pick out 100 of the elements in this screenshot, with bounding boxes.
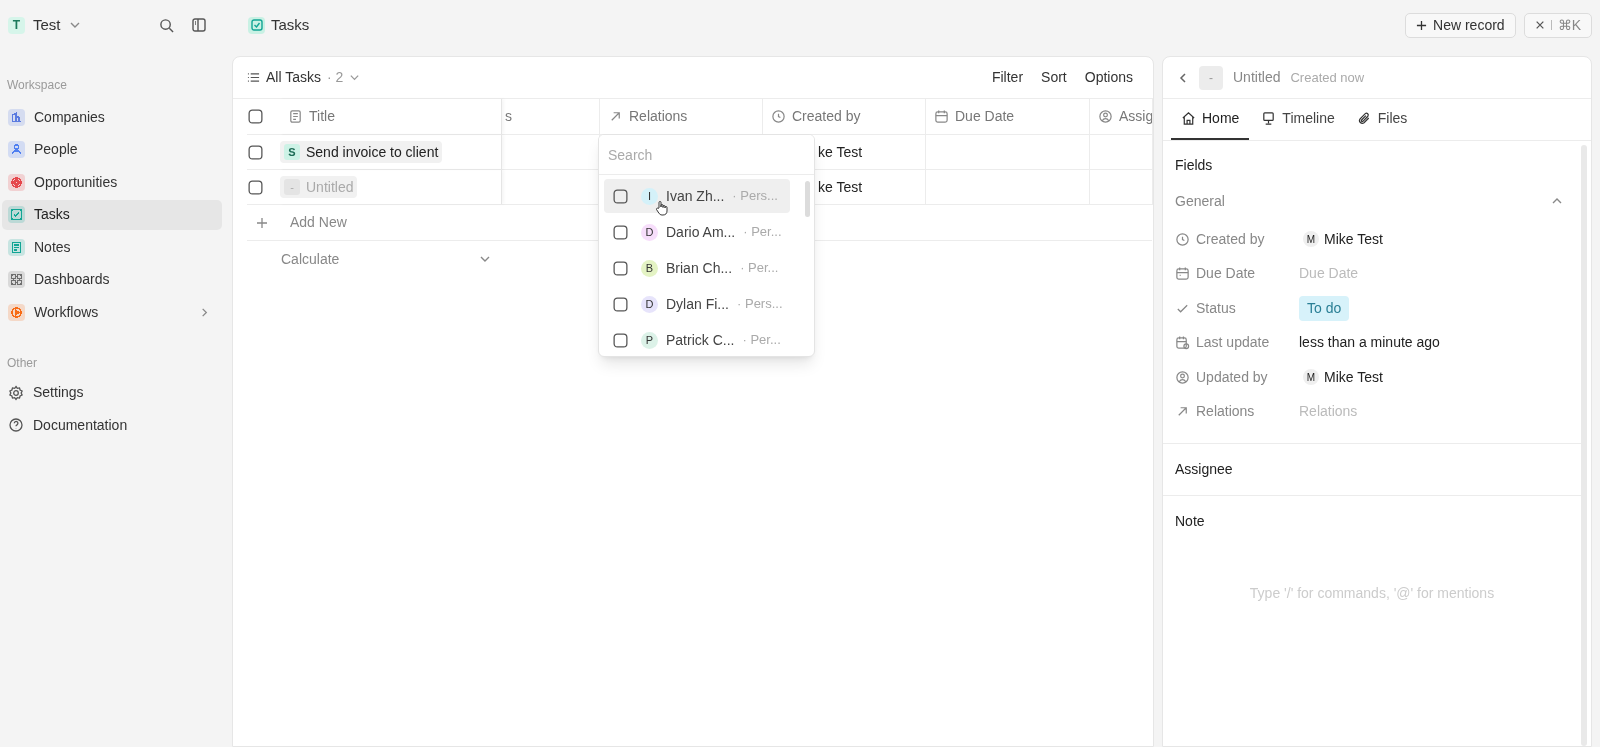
- person-circle-icon: [1175, 369, 1190, 385]
- tasks-icon: [248, 16, 265, 34]
- list-icon: [247, 71, 260, 84]
- option-checkbox[interactable]: [612, 187, 629, 205]
- avatar: P: [641, 331, 658, 349]
- view-action-button[interactable]: Options: [1078, 67, 1139, 88]
- row-checkbox[interactable]: [247, 178, 264, 196]
- calendar-clock-icon: [1175, 335, 1190, 351]
- new-record-button[interactable]: New record: [1405, 12, 1516, 38]
- avatar: B: [641, 259, 658, 277]
- fields-heading: Fields: [1174, 156, 1214, 175]
- sidebar-item[interactable]: Notes: [2, 232, 222, 262]
- plus-icon[interactable]: [256, 216, 268, 229]
- status-tag[interactable]: To do: [1299, 295, 1350, 321]
- sidebar-toggle-icon[interactable]: [192, 18, 206, 32]
- person-chip[interactable]: M Mike Test: [1299, 228, 1387, 250]
- select-all-checkbox[interactable]: [247, 108, 264, 125]
- paperclip-icon: [1356, 111, 1372, 126]
- search-field[interactable]: Search: [599, 135, 814, 175]
- field-label: Status: [1196, 298, 1236, 318]
- workspace-avatar: T: [8, 16, 25, 34]
- scrollbar[interactable]: [1581, 145, 1587, 746]
- clock-icon: [1175, 231, 1190, 247]
- view-action-button[interactable]: Filter: [985, 67, 1030, 88]
- search-icon[interactable]: [159, 17, 174, 33]
- clock-icon: [771, 109, 786, 124]
- close-icon: [1534, 20, 1545, 30]
- grid-icon: [8, 271, 25, 288]
- sidebar-item[interactable]: People: [2, 134, 222, 165]
- settings-icon: [8, 384, 24, 401]
- sidebar-item[interactable]: Dashboards: [2, 264, 222, 295]
- option-checkbox[interactable]: [612, 259, 629, 277]
- field-value: less than a minute ago: [1299, 333, 1440, 353]
- sidebar-item[interactable]: Settings: [2, 377, 222, 408]
- sidebar-item[interactable]: Opportunities: [2, 167, 222, 197]
- home-icon: [1181, 111, 1196, 126]
- field-label: Updated by: [1196, 367, 1268, 387]
- option-checkbox[interactable]: [612, 295, 629, 313]
- person-chip[interactable]: M Mike Test: [1299, 366, 1387, 388]
- option-checkbox[interactable]: [612, 331, 629, 349]
- document-icon: [288, 109, 303, 124]
- sidebar-item[interactable]: Workflows: [2, 297, 222, 327]
- record-tab[interactable]: Timeline: [1251, 99, 1345, 140]
- field-label: Due Date: [1196, 264, 1256, 284]
- person-option[interactable]: I Ivan Zh... · Pers...: [604, 179, 790, 213]
- help-icon: [8, 417, 24, 433]
- field-label: Relations: [1196, 402, 1255, 422]
- building-icon: [8, 108, 25, 126]
- note-icon: [8, 238, 25, 256]
- sidebar-item[interactable]: Tasks: [2, 199, 222, 230]
- avatar: D: [641, 223, 658, 241]
- field-label: Created by: [1196, 229, 1265, 249]
- person-option[interactable]: B Brian Ch... · Per...: [604, 251, 790, 285]
- dropdown-scrollbar[interactable]: [805, 181, 810, 217]
- avatar: I: [641, 187, 658, 205]
- group-title: General: [1175, 191, 1225, 211]
- chevron-down-icon: [349, 72, 361, 83]
- record-created: Created now: [1290, 68, 1365, 87]
- person-option[interactable]: D Dario Am... · Per...: [604, 215, 790, 249]
- plus-icon: [1416, 19, 1428, 31]
- section-title: Workspace: [6, 77, 68, 94]
- target-icon: [8, 173, 25, 191]
- sidebar-item[interactable]: Documentation: [2, 410, 222, 440]
- page-title: Tasks: [271, 14, 310, 35]
- table-cell-text: ke Test: [818, 142, 863, 162]
- chevron-right-icon[interactable]: [199, 306, 210, 318]
- option-checkbox[interactable]: [612, 223, 629, 241]
- row-checkbox[interactable]: [247, 143, 264, 161]
- column-header[interactable]: Title: [280, 99, 502, 134]
- person-option[interactable]: D Dylan Fi... · Pers...: [604, 287, 790, 321]
- avatar: D: [641, 295, 658, 313]
- sidebar-item[interactable]: Companies: [2, 102, 222, 132]
- checkbox-icon: [8, 206, 25, 223]
- column-header[interactable]: Due Date: [926, 99, 1090, 134]
- back-icon[interactable]: [1177, 71, 1189, 84]
- person-option[interactable]: P Patrick C... · Per...: [604, 323, 790, 356]
- record-icon: -: [1199, 65, 1223, 90]
- workspace-name[interactable]: Test: [33, 13, 61, 37]
- column-header[interactable]: Assig: [1090, 99, 1153, 134]
- section-title: Other: [6, 354, 38, 372]
- view-action-button[interactable]: Sort: [1035, 67, 1073, 88]
- record-chip[interactable]: S Send invoice to client: [280, 141, 443, 163]
- view-selector[interactable]: All Tasks · 2: [247, 67, 361, 88]
- field-label: Last update: [1196, 333, 1270, 353]
- calendar-icon: [1175, 266, 1190, 282]
- record-title: Untitled: [1233, 68, 1281, 87]
- calendar-icon: [934, 109, 949, 124]
- hand-cursor-icon: [655, 200, 669, 216]
- add-new-button[interactable]: Add New: [290, 212, 347, 233]
- section-title: Assignee: [1175, 460, 1233, 479]
- record-tab[interactable]: Files: [1346, 99, 1418, 140]
- column-header[interactable]: s: [502, 99, 600, 134]
- person-circle-icon: [1098, 109, 1113, 124]
- monitor-icon: [1261, 111, 1277, 126]
- play-circle-icon: [8, 303, 25, 321]
- calculate-dropdown[interactable]: Calculate: [281, 248, 491, 270]
- record-tab[interactable]: Home: [1171, 99, 1250, 140]
- table-cell-text: ke Test: [818, 177, 863, 197]
- person-icon: [8, 141, 25, 158]
- section-title: Note: [1175, 512, 1205, 531]
